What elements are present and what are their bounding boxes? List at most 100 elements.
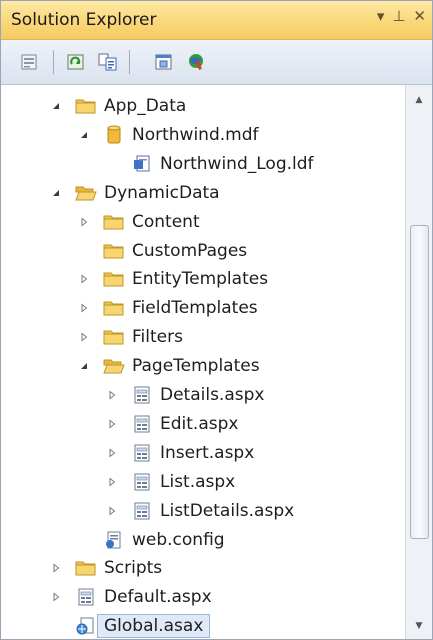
tree-item-label: Global.asax (97, 614, 211, 639)
close-icon[interactable]: ✕ (413, 7, 426, 25)
vertical-scrollbar[interactable]: ▲ ▼ (405, 85, 432, 639)
solution-explorer-window: Solution Explorer ▾ ⊥ ✕ App_Data Northwi… (0, 0, 433, 640)
tree-item-label: Details.aspx (160, 385, 265, 405)
folder-icon (103, 327, 125, 347)
tree-item-label: Northwind_Log.ldf (160, 153, 314, 174)
tree-item-label: Content (132, 211, 200, 232)
folder-icon (103, 212, 125, 232)
toolbar-separator (53, 50, 54, 74)
tree-item[interactable]: Northwind_Log.ldf (1, 150, 405, 178)
asax-file-icon (75, 616, 97, 636)
aspx-file-icon (131, 443, 153, 463)
expander-placeholder (49, 619, 63, 633)
tree-item[interactable]: Default.aspx (1, 583, 405, 611)
collapsed-arrow-icon[interactable] (77, 215, 91, 229)
folder-icon (75, 96, 97, 116)
title-bar: Solution Explorer ▾ ⊥ ✕ (1, 1, 432, 40)
scroll-down-arrow-icon[interactable]: ▼ (406, 617, 432, 635)
show-all-files-icon (98, 53, 117, 71)
tree-item-label: Filters (132, 327, 183, 348)
tree-item[interactable]: Content (1, 208, 405, 236)
folder-icon (75, 558, 97, 578)
show-all-files-button[interactable] (95, 50, 121, 74)
window-controls: ▾ ⊥ ✕ (377, 7, 426, 25)
properties-button[interactable] (17, 50, 43, 74)
tree-item-label: Scripts (104, 558, 163, 579)
collapsed-arrow-icon[interactable] (105, 446, 119, 460)
expanded-arrow-icon[interactable] (77, 359, 91, 373)
collapsed-arrow-icon[interactable] (49, 590, 63, 604)
folder-icon (103, 269, 125, 289)
tree-item-label: DynamicData (104, 182, 220, 203)
aspx-file-icon (131, 501, 153, 521)
collapsed-arrow-icon[interactable] (105, 504, 119, 518)
toolbar (1, 40, 432, 85)
properties-icon (21, 54, 37, 70)
tree-item[interactable]: Northwind.mdf (1, 121, 405, 149)
collapsed-arrow-icon[interactable] (77, 301, 91, 315)
tree-item-label: List.aspx (160, 471, 236, 492)
expanded-arrow-icon[interactable] (49, 99, 63, 113)
tree-item[interactable]: ListDetails.aspx (1, 497, 405, 525)
refresh-button[interactable] (63, 50, 89, 74)
view-class-diagram-button[interactable] (151, 50, 177, 74)
refresh-icon (67, 54, 84, 70)
expander-placeholder (77, 244, 91, 258)
expander-placeholder (105, 157, 119, 171)
scrollbar-thumb[interactable] (410, 225, 429, 539)
web-configuration-button[interactable] (183, 50, 209, 74)
collapsed-arrow-icon[interactable] (77, 272, 91, 286)
tree-item-label: Edit.aspx (160, 413, 239, 434)
toolbar-separator (129, 50, 130, 74)
folder-open-icon (103, 356, 125, 376)
log-file-icon (131, 154, 153, 174)
tree-item-label: Insert.aspx (160, 442, 255, 463)
collapsed-arrow-icon[interactable] (77, 330, 91, 344)
view-class-diagram-icon (155, 54, 172, 70)
tree-item[interactable]: Details.aspx (1, 381, 405, 409)
tree-item[interactable]: List.aspx (1, 468, 405, 496)
folder-icon (103, 298, 125, 318)
tree-item[interactable]: Insert.aspx (1, 439, 405, 467)
solution-tree: App_Data Northwind.mdf Northwind_Log.ldf Dy… (1, 85, 405, 639)
tree-item[interactable]: App_Data (1, 92, 405, 120)
tree-item-label: PageTemplates (132, 356, 260, 377)
database-icon (103, 125, 125, 145)
tree-item[interactable]: Scripts (1, 554, 405, 582)
window-position-dropdown-icon[interactable]: ▾ (377, 7, 385, 25)
collapsed-arrow-icon[interactable] (49, 561, 63, 575)
tree-item-label: Northwind.mdf (132, 124, 259, 145)
tree-item-label: FieldTemplates (132, 298, 258, 319)
aspx-file-icon (75, 587, 97, 607)
tree-item[interactable]: DynamicData (1, 179, 405, 207)
tree-item[interactable]: web.config (1, 526, 405, 554)
tree-item-label: CustomPages (132, 240, 248, 261)
tree-item[interactable]: PageTemplates (1, 352, 405, 380)
collapsed-arrow-icon[interactable] (105, 475, 119, 489)
tree-item-label: ListDetails.aspx (160, 500, 295, 521)
tree-item-label: App_Data (104, 96, 187, 116)
tree-item[interactable]: FieldTemplates (1, 294, 405, 322)
tree-item-label: web.config (132, 529, 225, 550)
tree-item[interactable]: EntityTemplates (1, 265, 405, 293)
expanded-arrow-icon[interactable] (49, 186, 63, 200)
tree-item[interactable]: Global.asax (1, 612, 405, 639)
folder-open-icon (75, 183, 97, 203)
aspx-file-icon (131, 385, 153, 405)
config-file-icon (103, 530, 125, 550)
tree-item-label: EntityTemplates (132, 269, 269, 290)
folder-icon (103, 241, 125, 261)
tree-item[interactable]: Filters (1, 323, 405, 351)
tree-item-label: Default.aspx (104, 587, 212, 608)
expander-placeholder (77, 533, 91, 547)
window-title: Solution Explorer (11, 10, 157, 30)
web-configuration-icon (189, 54, 203, 70)
scroll-up-arrow-icon[interactable]: ▲ (406, 91, 432, 109)
collapsed-arrow-icon[interactable] (105, 388, 119, 402)
expanded-arrow-icon[interactable] (77, 128, 91, 142)
pin-icon[interactable]: ⊥ (392, 7, 405, 25)
tree-item[interactable]: Edit.aspx (1, 410, 405, 438)
tree-item[interactable]: CustomPages (1, 237, 405, 265)
collapsed-arrow-icon[interactable] (105, 417, 119, 431)
aspx-file-icon (131, 414, 153, 434)
